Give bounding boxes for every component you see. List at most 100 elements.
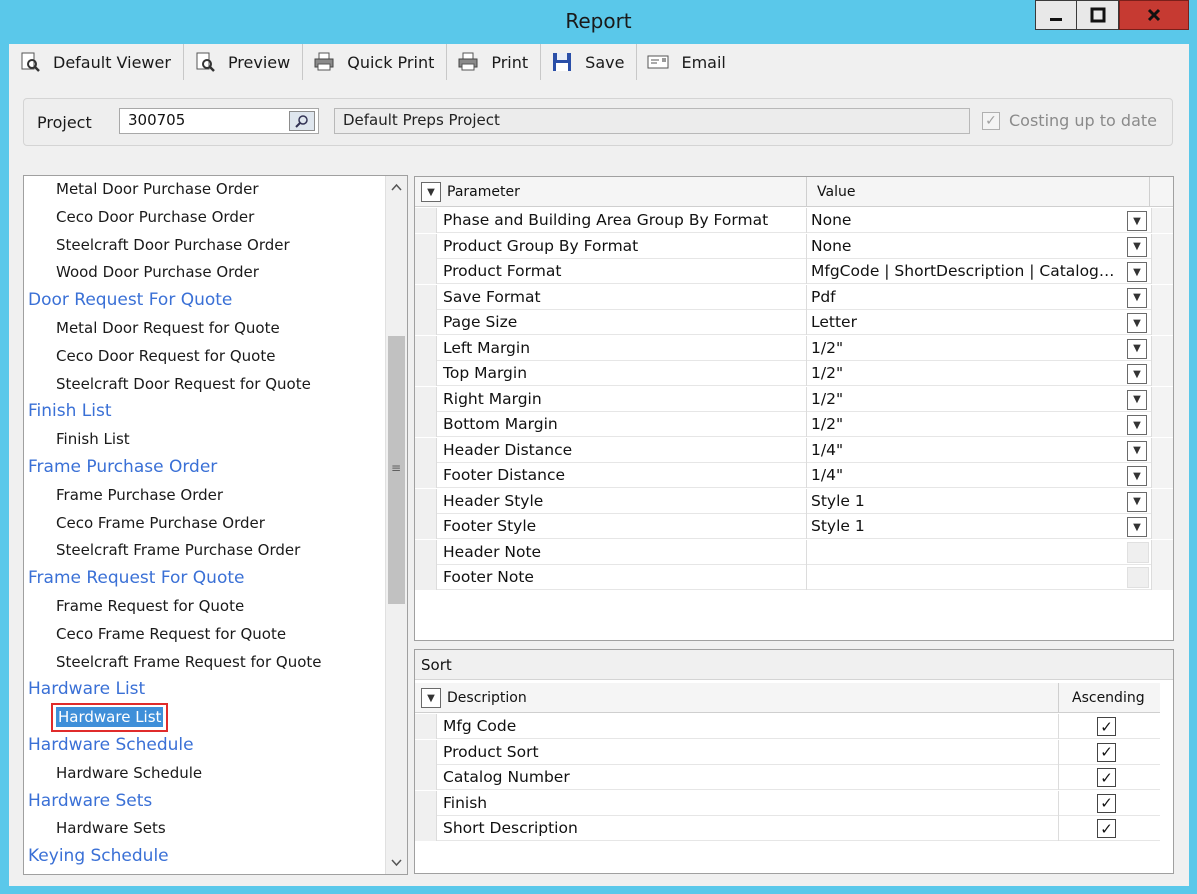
report-item[interactable]: Ceco Door Purchase Order [56,208,254,232]
minimize-button[interactable] [1035,0,1077,30]
parameter-row[interactable]: Product Format MfgCode | ShortDescription… [415,259,1173,284]
value-dropdown-button[interactable]: ▼ [1127,415,1147,435]
sort-row[interactable]: Mfg Code ✓ [415,714,1160,739]
row-indicator[interactable] [415,765,437,790]
row-indicator[interactable] [415,437,437,463]
row-indicator[interactable] [415,412,437,437]
row-indicator[interactable] [415,386,437,412]
report-category[interactable]: Finish List [28,401,112,425]
report-item[interactable]: Metal Door Request for Quote [56,319,280,343]
row-indicator[interactable] [415,514,437,539]
default-viewer-button[interactable]: Default Viewer [9,44,184,80]
parameter-value[interactable]: 1/4" [811,441,1123,459]
value-column-header[interactable]: Value [817,177,855,207]
parameter-row[interactable]: Header Style Style 1 ▼ [415,488,1173,514]
ascending-checkbox[interactable]: ✓ [1097,742,1116,762]
parameter-column-header[interactable]: Parameter [447,177,520,207]
report-category[interactable]: Keying Schedule [28,846,169,870]
value-dropdown-button[interactable]: ▼ [1127,262,1147,282]
row-indicator[interactable] [415,488,437,514]
value-dropdown-button[interactable]: ▼ [1127,287,1147,308]
parameter-row[interactable]: Save Format Pdf ▼ [415,284,1173,310]
row-indicator[interactable] [415,790,437,816]
ascending-checkbox[interactable]: ✓ [1097,717,1116,736]
parameter-value[interactable]: 1/4" [811,466,1123,484]
row-indicator[interactable] [415,539,437,565]
report-item[interactable]: Wood Door Purchase Order [56,263,259,287]
value-dropdown-button[interactable]: ▼ [1127,466,1147,486]
parameter-value[interactable]: None [811,211,1123,229]
report-item[interactable]: Steelcraft Frame Purchase Order [56,541,300,565]
parameter-value[interactable]: 1/2" [811,390,1123,408]
row-indicator[interactable] [415,816,437,841]
parameter-value[interactable]: 1/2" [811,415,1123,433]
description-column-header[interactable]: Description [447,690,527,706]
value-ellipsis-button[interactable] [1127,541,1149,563]
email-button[interactable]: Email [637,44,737,80]
row-indicator[interactable] [415,310,437,335]
value-dropdown-button[interactable]: ▼ [1127,236,1147,257]
value-dropdown-button[interactable]: ▼ [1127,440,1147,461]
report-item[interactable]: Steelcraft Door Request for Quote [56,375,311,399]
project-search-button[interactable] [289,111,315,131]
parameter-value[interactable]: 1/2" [811,364,1123,382]
row-indicator[interactable] [415,233,437,259]
scroll-up-icon[interactable] [386,177,407,197]
report-category[interactable]: Door Request For Quote [28,290,232,314]
report-item[interactable]: Hardware Schedule [56,764,202,788]
maximize-button[interactable] [1077,0,1119,30]
parameter-value[interactable]: None [811,237,1123,255]
parameter-value[interactable]: 1/2" [811,339,1123,357]
parameter-row[interactable]: Header Note [415,539,1173,565]
value-dropdown-button[interactable]: ▼ [1127,313,1147,333]
value-dropdown-button[interactable]: ▼ [1127,211,1147,231]
row-indicator[interactable] [415,463,437,488]
parameter-row[interactable]: Top Margin 1/2" ▼ [415,361,1173,386]
report-item[interactable]: Ceco Frame Purchase Order [56,514,265,538]
report-item-selected[interactable]: Hardware List [51,703,169,732]
parameter-value[interactable]: MfgCode | ShortDescription | CatalogNumb… [811,262,1123,280]
close-button[interactable] [1119,0,1189,30]
value-dropdown-button[interactable]: ▼ [1127,389,1147,410]
preview-button[interactable]: Preview [184,44,304,80]
report-item[interactable]: Ceco Frame Request for Quote [56,625,286,649]
ascending-column-header[interactable]: Ascending [1072,690,1145,706]
sort-row[interactable]: Product Sort ✓ [415,739,1160,765]
sort-row[interactable]: Short Description ✓ [415,816,1160,841]
sort-row[interactable]: Finish ✓ [415,790,1160,816]
parameter-row[interactable]: Footer Note [415,565,1173,590]
parameter-value[interactable]: Letter [811,313,1123,331]
ascending-checkbox[interactable]: ✓ [1097,793,1116,813]
report-item[interactable]: Steelcraft Frame Request for Quote [56,653,322,677]
quick-print-button[interactable]: Quick Print [303,44,448,80]
report-item[interactable]: Ceco Door Request for Quote [56,347,275,371]
column-chooser-button[interactable]: ▼ [421,177,441,207]
row-indicator[interactable] [415,361,437,386]
row-indicator[interactable] [415,714,437,739]
parameter-row[interactable]: Right Margin 1/2" ▼ [415,386,1173,412]
value-ellipsis-button[interactable] [1127,567,1149,588]
value-dropdown-button[interactable]: ▼ [1127,491,1147,512]
print-button[interactable]: Print [447,44,542,80]
parameter-value[interactable]: Pdf [811,288,1123,306]
row-indicator[interactable] [415,284,437,310]
parameter-row[interactable]: Product Group By Format None ▼ [415,233,1173,259]
report-category[interactable]: Frame Purchase Order [28,457,217,481]
report-category[interactable]: Hardware List [28,679,145,703]
parameter-row[interactable]: Phase and Building Area Group By Format N… [415,208,1173,233]
parameter-row[interactable]: Header Distance 1/4" ▼ [415,437,1173,463]
scroll-down-icon[interactable] [386,853,407,873]
parameter-value[interactable]: Style 1 [811,517,1123,535]
parameter-row[interactable]: Bottom Margin 1/2" ▼ [415,412,1173,437]
sort-column-chooser-button[interactable]: ▼ [421,688,441,708]
parameter-row[interactable]: Left Margin 1/2" ▼ [415,335,1173,361]
report-item[interactable]: Hardware Sets [56,819,166,843]
row-indicator[interactable] [415,335,437,361]
report-category[interactable]: Frame Request For Quote [28,568,244,592]
report-category[interactable]: Hardware Sets [28,791,152,815]
parameter-row[interactable]: Page Size Letter ▼ [415,310,1173,335]
report-category[interactable]: Hardware Schedule [28,735,194,759]
report-item[interactable]: Steelcraft Door Purchase Order [56,236,290,260]
report-item[interactable]: Frame Purchase Order [56,486,223,510]
value-dropdown-button[interactable]: ▼ [1127,517,1147,537]
